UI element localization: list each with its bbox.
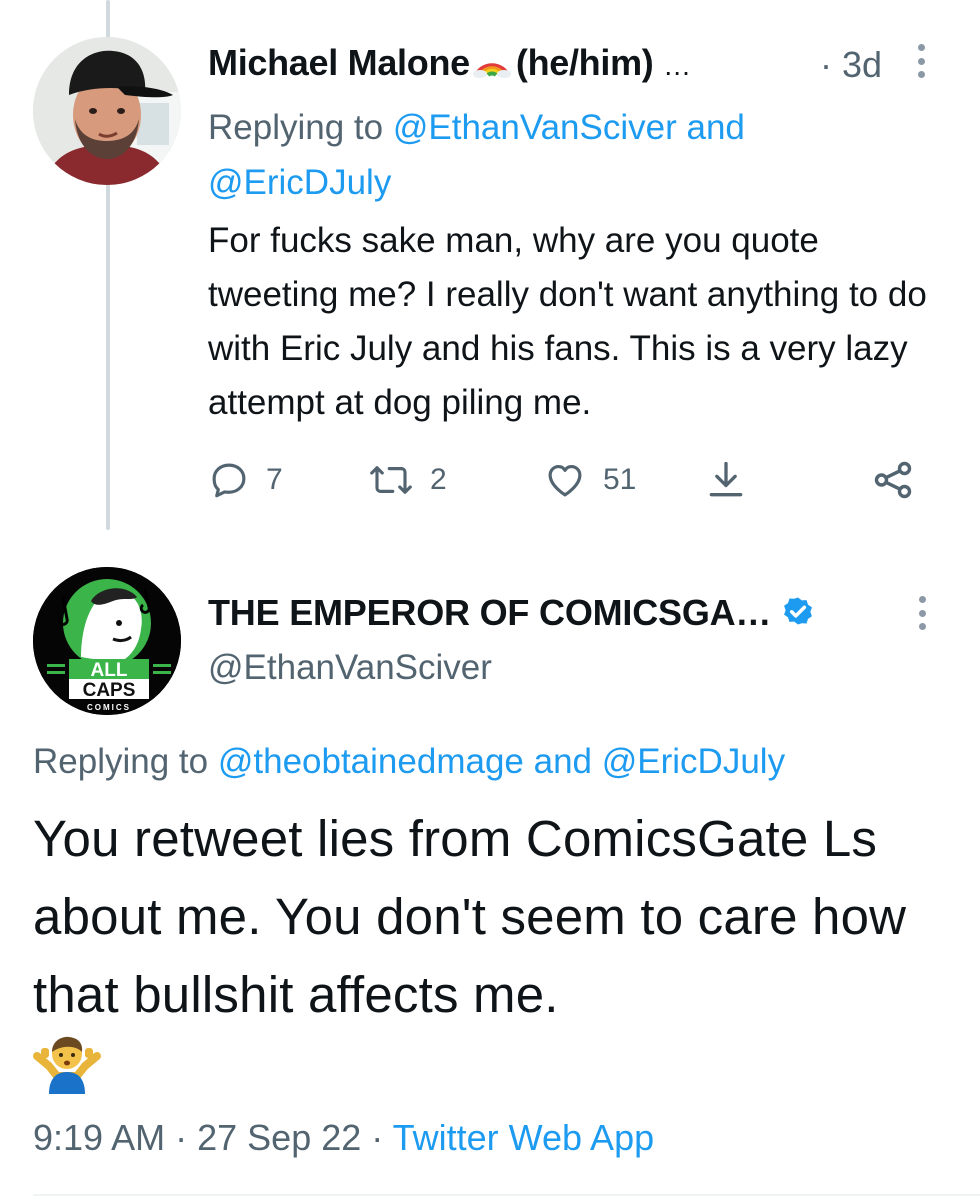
- share-button[interactable]: [870, 455, 916, 505]
- main-replying-to-and[interactable]: and: [534, 742, 592, 781]
- avatar-michael-malone[interactable]: [33, 37, 181, 185]
- replying-to-user-link[interactable]: @EricDJuly: [208, 163, 391, 202]
- replying-to-user-link[interactable]: @EthanVanSciver: [393, 108, 677, 147]
- replying-to-label: Replying to: [208, 108, 384, 147]
- share-icon: [874, 461, 912, 499]
- main-replying-to-user-link[interactable]: @EricDJuly: [602, 742, 785, 781]
- retweet-count: 2: [430, 463, 447, 496]
- logo-text-comics: COMICS: [87, 703, 131, 712]
- main-replying-to-user-link[interactable]: @theobtainedmage: [218, 742, 524, 781]
- like-icon: [548, 464, 582, 497]
- avatar-image: [33, 37, 181, 185]
- avatar-ethan-van-sciver[interactable]: ALL CAPS COMICS: [33, 567, 181, 715]
- replying-to-line: Replying to @EthanVanSciver and @EricDJu…: [208, 100, 948, 210]
- download-icon: [709, 461, 743, 497]
- tweet-action-bar: 7 2 51: [208, 455, 928, 505]
- reply-tweet-header: Michael Malone (he/him) … · 3d: [208, 38, 948, 94]
- download-button[interactable]: [704, 455, 748, 505]
- tweet-timestamp-time[interactable]: 9:19 AM: [33, 1117, 165, 1158]
- all-caps-comics-logo: ALL CAPS COMICS: [33, 567, 181, 715]
- author-pronouns: (he/him): [515, 42, 654, 83]
- retweet-icon: [370, 466, 412, 494]
- person-shrugging-icon: [33, 1032, 101, 1099]
- meta-separator: ·: [371, 1117, 384, 1158]
- main-author-display-name[interactable]: THE EMPEROR OF COMICSGA…: [208, 592, 771, 633]
- main-author-name-row[interactable]: THE EMPEROR OF COMICSGA…: [208, 592, 817, 639]
- main-tweet-meta: 9:19 AM · 27 Sep 22 · Twitter Web App: [33, 1117, 654, 1159]
- main-author-handle[interactable]: @EthanVanSciver: [208, 648, 492, 688]
- more-options-icon[interactable]: [916, 44, 926, 78]
- main-replying-to-line: Replying to @theobtainedmage and @EricDJ…: [33, 742, 785, 782]
- reply-tweet-text: For fucks sake man, why are you quote tw…: [208, 221, 927, 422]
- logo-text-caps: CAPS: [83, 680, 136, 701]
- tweet-time-ago[interactable]: · 3d: [820, 44, 882, 86]
- author-name-row[interactable]: Michael Malone (he/him) …: [208, 42, 691, 88]
- verified-badge-icon: [779, 592, 817, 639]
- like-count: 51: [603, 463, 637, 496]
- rainbow-icon: [472, 43, 512, 88]
- bottom-divider: [33, 1194, 980, 1196]
- main-replying-to-label: Replying to: [33, 742, 209, 781]
- meta-separator: ·: [175, 1117, 188, 1158]
- author-display-name[interactable]: Michael Malone: [208, 42, 470, 83]
- main-more-options-icon[interactable]: [917, 596, 927, 630]
- tweet-timestamp-date[interactable]: 27 Sep 22: [197, 1117, 361, 1158]
- main-tweet-text: You retweet lies from ComicsGate Ls abou…: [33, 810, 907, 1023]
- tweet-source-link[interactable]: Twitter Web App: [393, 1117, 654, 1158]
- reply-count: 7: [266, 463, 283, 496]
- logo-text-all: ALL: [91, 660, 128, 681]
- like-button[interactable]: 51: [543, 455, 636, 505]
- retweet-button[interactable]: 2: [368, 455, 447, 505]
- reply-button[interactable]: 7: [208, 455, 283, 505]
- name-truncation-ellipsis: …: [663, 50, 691, 81]
- reply-icon: [212, 463, 246, 498]
- replying-to-and[interactable]: and: [687, 108, 745, 147]
